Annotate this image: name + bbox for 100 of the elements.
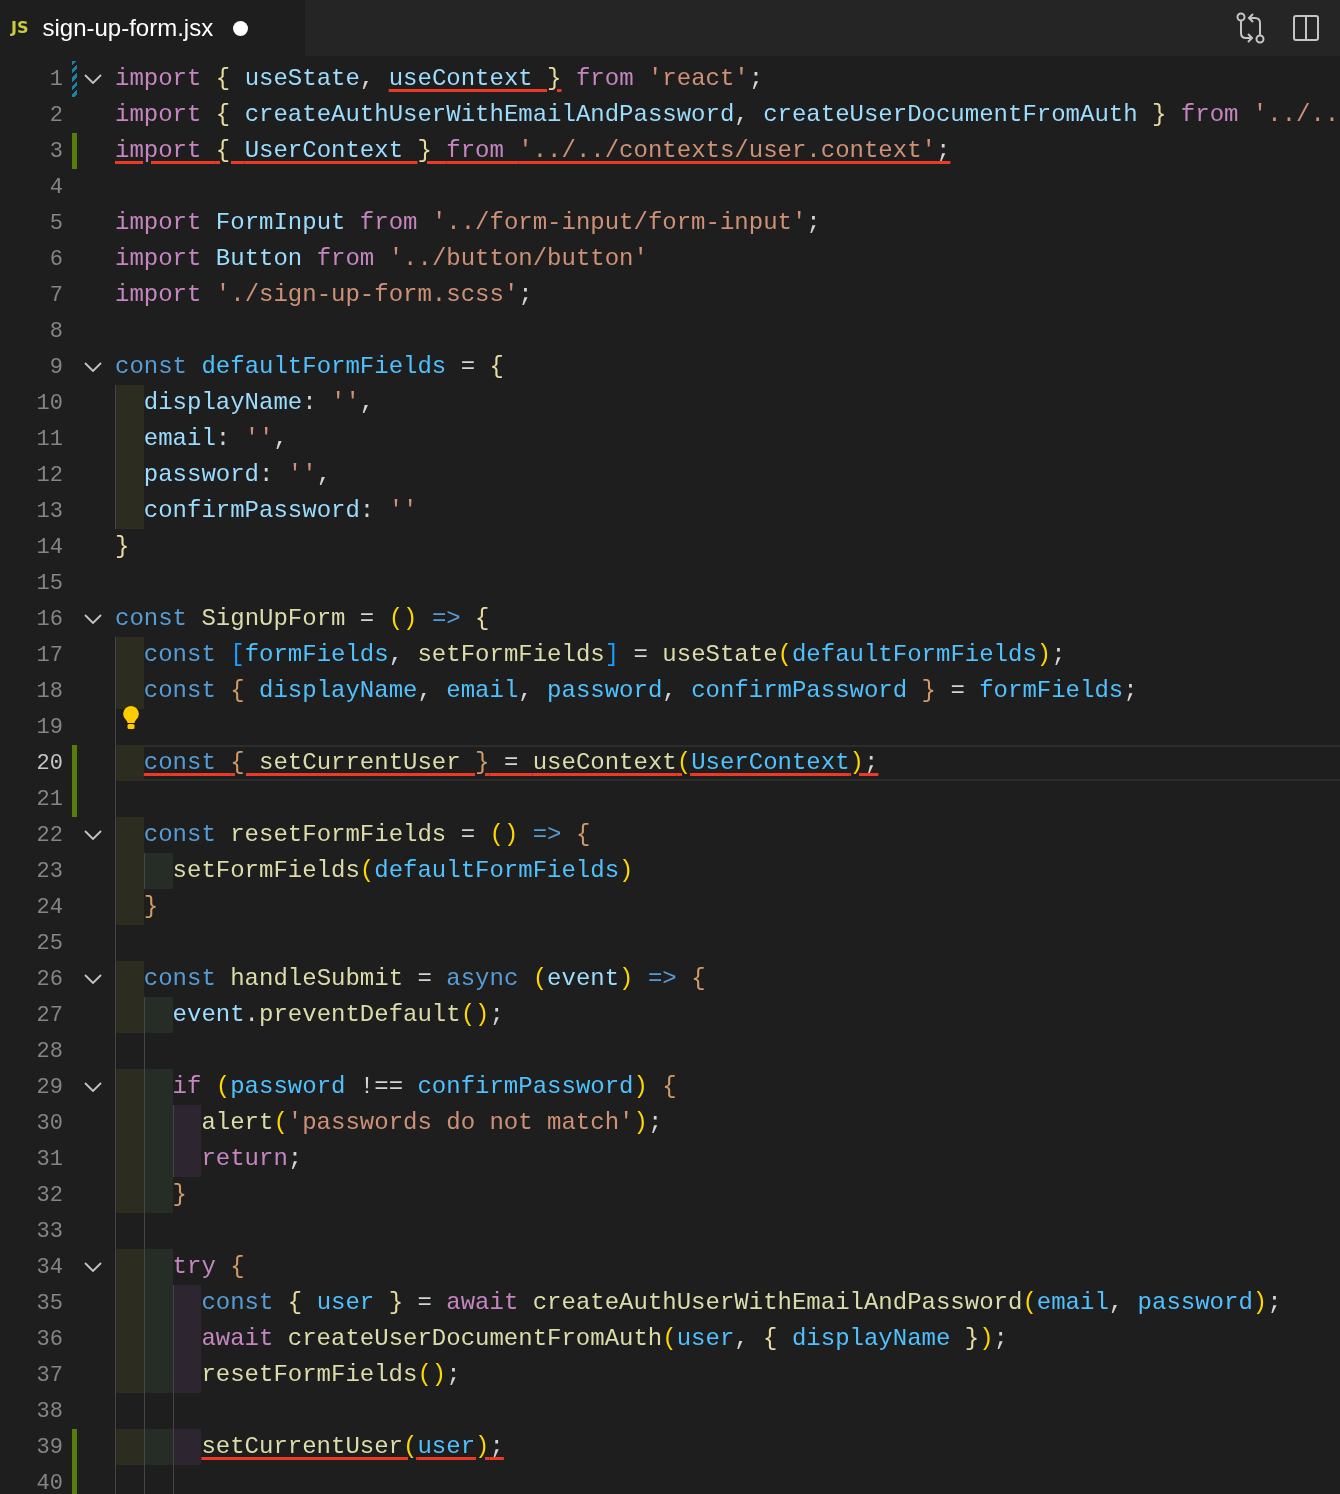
indent-guide (172, 1285, 202, 1321)
line-number: 32 (35, 1181, 63, 1210)
lightbulb-icon[interactable] (122, 705, 140, 731)
line-number: 21 (35, 785, 63, 814)
indent-guide (143, 1249, 173, 1285)
line-number: 10 (35, 389, 63, 418)
code-line: email: '', (143, 424, 288, 454)
code-line: confirmPassword: '' (143, 496, 418, 526)
code-line: const { setCurrentUser } = useContext(UserContext); (143, 748, 879, 778)
line-number: 6 (48, 245, 63, 274)
code-line: return; (201, 1144, 303, 1174)
indent-guide (143, 997, 173, 1033)
code-line: await createUserDocumentFromAuth(user, { displayName }); (201, 1324, 1008, 1354)
code-line: import { UserContext } from '../../contexts/user.context'; (115, 136, 951, 166)
line-number: 38 (35, 1397, 63, 1426)
line-number: 15 (35, 569, 63, 598)
fold-chevron-icon[interactable] (84, 974, 102, 984)
js-file-icon: JS (11, 16, 29, 40)
code-line: const [formFields, setFormFields] = useState(defaultFormFields); (143, 640, 1066, 670)
line-number: 7 (48, 281, 63, 310)
indent-guide (115, 1177, 144, 1213)
code-line: alert('passwords do not match'); (201, 1108, 663, 1138)
line-number: 25 (35, 929, 63, 958)
line-number: 14 (35, 533, 63, 562)
line-number: 28 (35, 1037, 63, 1066)
code-line: const { displayName, email, password, confirmPassword } = formFields; (143, 676, 1138, 706)
line-number: 18 (35, 677, 63, 706)
line-number: 17 (35, 641, 63, 670)
line-number: 37 (35, 1361, 63, 1390)
indent-guide (115, 817, 144, 853)
line-number: 29 (35, 1073, 63, 1102)
code-line: import './sign-up-form.scss'; (115, 280, 533, 310)
indent-guide (115, 997, 144, 1033)
line-number: 19 (35, 713, 63, 742)
line-number: 3 (48, 137, 63, 166)
indent-guide (143, 1069, 173, 1105)
code-line: password: '', (143, 460, 332, 490)
code-line: resetFormFields(); (201, 1360, 461, 1390)
line-number: 20 (35, 749, 63, 778)
fold-chevron-icon[interactable] (84, 74, 102, 84)
indent-guide (172, 1357, 202, 1393)
line-number: 16 (35, 605, 63, 634)
code-line: setFormFields(defaultFormFields) (172, 856, 634, 886)
fold-chevron-icon[interactable] (84, 614, 102, 624)
tab-label: sign-up-form.jsx (42, 13, 214, 43)
line-number: 31 (35, 1145, 63, 1174)
indent-guide (115, 637, 144, 673)
code-line: import FormInput from '../form-input/form-input'; (115, 208, 821, 238)
line-number: 23 (35, 857, 63, 886)
line-number: 2 (48, 101, 63, 130)
compare-changes-icon[interactable] (1236, 12, 1266, 44)
code-line: const { user } = await createAuthUserWithEmailAndPassword(email, password); (201, 1288, 1282, 1318)
code-line: const defaultFormFields = { (115, 352, 504, 382)
indent-guide (115, 889, 144, 925)
indent-guide (143, 1429, 173, 1465)
fold-chevron-icon[interactable] (84, 830, 102, 840)
fold-chevron-icon[interactable] (84, 1262, 102, 1272)
line-number: 22 (35, 821, 63, 850)
code-line: } (115, 532, 130, 562)
line-number: 13 (35, 497, 63, 526)
indent-guide (172, 1105, 202, 1141)
indent-guide (143, 853, 173, 889)
indent-guide (115, 1357, 144, 1393)
indent-guide (172, 1141, 202, 1177)
line-number: 24 (35, 893, 63, 922)
indent-guide (115, 385, 144, 421)
code-line: const SignUpForm = () => { (115, 604, 490, 634)
code-line: setCurrentUser(user); (201, 1432, 504, 1462)
line-number: 39 (35, 1433, 63, 1462)
code-line: import { createAuthUserWithEmailAndPassword, createUserDocumentFromAuth } from '../.. (115, 100, 1340, 130)
line-number: 27 (35, 1001, 63, 1030)
indent-guide (143, 1177, 173, 1213)
line-number: 36 (35, 1325, 63, 1354)
code-line: } (143, 892, 159, 922)
line-number: 40 (35, 1469, 63, 1494)
line-number: 12 (35, 461, 63, 490)
split-editor-icon[interactable] (1292, 14, 1320, 42)
line-number: 1 (48, 65, 63, 94)
indent-guide (143, 1357, 173, 1393)
line-number: 34 (35, 1253, 63, 1282)
indent-guide (115, 1249, 144, 1285)
line-number: 33 (35, 1217, 63, 1246)
indent-guide (115, 1429, 144, 1465)
line-number: 4 (48, 173, 63, 202)
code-line: if (password !== confirmPassword) { (172, 1072, 677, 1102)
line-number: 30 (35, 1109, 63, 1138)
code-line: const resetFormFields = () => { (143, 820, 591, 850)
code-line: const handleSubmit = async (event) => { (143, 964, 706, 994)
code-line: displayName: '', (143, 388, 375, 418)
indent-guide (115, 1069, 144, 1105)
line-number: 11 (35, 425, 63, 454)
fold-chevron-icon[interactable] (84, 362, 102, 372)
fold-chevron-icon[interactable] (84, 1082, 102, 1092)
indent-guide (115, 493, 144, 529)
code-line: import Button from '../button/button' (115, 244, 648, 274)
line-number: 26 (35, 965, 63, 994)
code-line: try { (172, 1252, 245, 1282)
code-line: event.preventDefault(); (172, 1000, 504, 1030)
editor-tab[interactable]: JS sign-up-form.jsx (0, 0, 305, 56)
code-line: import { useState, useContext } from 'react'; (115, 64, 764, 94)
